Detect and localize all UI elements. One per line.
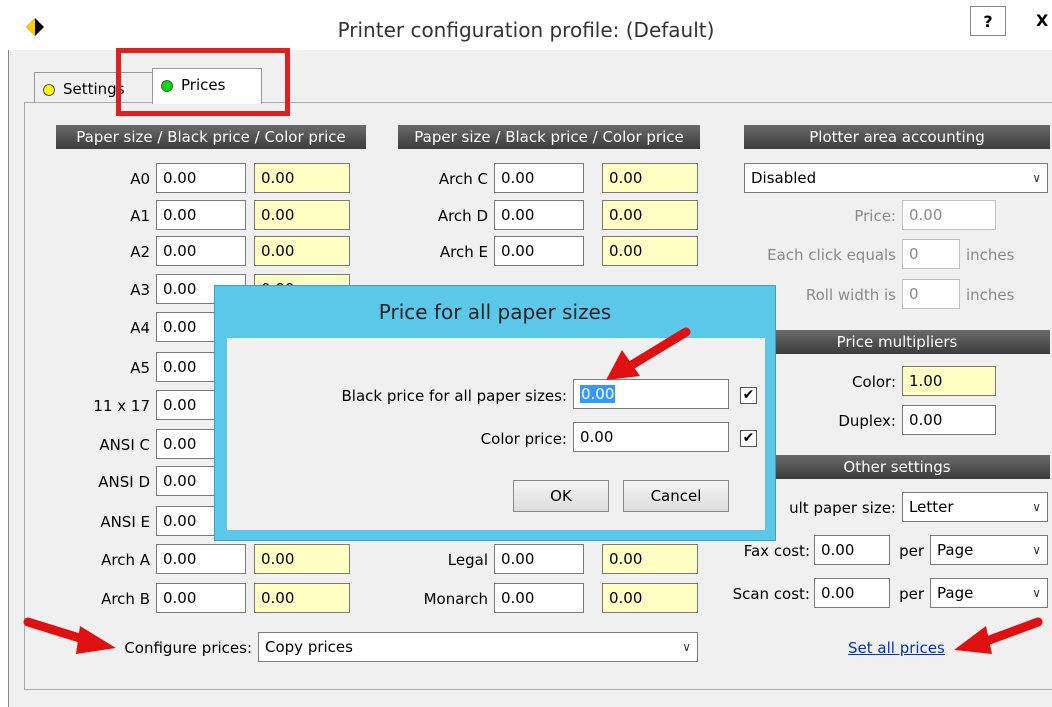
black-price-field[interactable]: 0.00 [156,200,246,230]
configure-prices-value: Copy prices [265,638,353,656]
paper-size-label: A4 [130,319,150,337]
click-unit-label: inches [966,246,1015,264]
paper-size-label: ANSI E [100,513,150,531]
tab-highlight-box [116,48,290,116]
black-price-all-label: Black price for all paper sizes: [341,387,568,405]
color-multiplier-label: Color: [852,373,896,391]
paper-size-label: A1 [130,207,150,225]
window-title: Printer configuration profile: (Default) [337,18,715,42]
paper-size-label: Arch D [437,207,488,225]
paper-size-label: A0 [130,170,150,188]
scan-cost-label: Scan cost: [732,585,810,603]
color-price-field[interactable]: 0.00 [602,200,698,230]
paper-size-label: Monarch [423,590,488,608]
plotter-price-field[interactable]: 0.00 [902,200,996,230]
paper-size-label: ANSI C [99,436,150,454]
col1-header: Paper size / Black price / Color price [56,125,366,149]
fax-unit-value: Page [937,541,974,559]
default-paper-select[interactable]: Letter ∨ [902,492,1048,522]
yellow-status-dot-icon [43,83,55,96]
black-price-field[interactable]: 0.00 [494,200,584,230]
plotter-mode-value: Disabled [751,169,817,187]
color-price-checkbox[interactable]: ✔ [740,430,757,447]
color-price-field[interactable]: 0.00 [602,163,698,193]
configure-prices-label: Configure prices: [124,639,252,657]
cancel-button[interactable]: Cancel [623,480,729,512]
close-button[interactable]: X [1010,6,1052,36]
black-price-field[interactable]: 0.00 [494,583,584,613]
fax-unit-select[interactable]: Page ∨ [930,535,1048,565]
color-price-field[interactable]: 0.00 [573,422,729,452]
duplex-multiplier-field[interactable]: 0.00 [902,405,996,435]
plotter-price-label: Price: [854,207,896,225]
black-price-field[interactable]: 0.00 [494,544,584,574]
scan-unit-value: Page [937,584,974,602]
help-button[interactable]: ? [970,6,1006,36]
scan-per-label: per [899,585,924,603]
color-price-field[interactable]: 0.00 [254,544,350,574]
color-price-field[interactable]: 0.00 [254,200,350,230]
red-arrow-icon [23,617,116,654]
black-price-field[interactable]: 0.00 [494,236,584,266]
color-price-field[interactable]: 0.00 [254,236,350,266]
red-arrow-icon [606,327,691,380]
black-price-field[interactable]: 0.00 [156,163,246,193]
click-equals-field[interactable]: 0 [902,239,960,269]
other-settings-header: Other settings [744,455,1050,479]
paper-size-label: Arch B [101,590,150,608]
plotter-header: Plotter area accounting [744,125,1050,149]
black-price-field[interactable]: 0.00 [494,163,584,193]
roll-unit-label: inches [966,286,1015,304]
configure-prices-select[interactable]: Copy prices ∨ [258,632,698,662]
plotter-mode-select[interactable]: Disabled ∨ [744,163,1048,193]
default-paper-label: ult paper size: [789,499,896,517]
black-price-field[interactable]: 0.00 [156,544,246,574]
roll-width-field[interactable]: 0 [902,279,960,309]
paper-size-label: ANSI D [98,473,150,491]
click-equals-label: Each click equals [767,246,896,264]
chevron-down-icon: ∨ [1032,543,1041,557]
color-price-field[interactable]: 0.00 [602,236,698,266]
color-price-label: Color price: [480,430,567,448]
black-price-field[interactable]: 0.00 [156,236,246,266]
col2-header: Paper size / Black price / Color price [398,125,700,149]
color-price-field[interactable]: 0.00 [602,583,698,613]
scan-cost-field[interactable]: 0.00 [814,578,890,608]
black-price-all-value: 0.00 [580,385,616,403]
black-price-field[interactable]: 0.00 [156,583,246,613]
fax-cost-label: Fax cost: [743,542,810,560]
color-multiplier-field[interactable]: 1.00 [902,366,996,396]
set-all-prices-link[interactable]: Set all prices [848,639,945,657]
color-price-field[interactable]: 0.00 [254,163,350,193]
paper-size-label: Arch A [101,551,150,569]
black-price-checkbox[interactable]: ✔ [740,387,757,404]
paper-size-label: A2 [130,243,150,261]
fax-per-label: per [899,542,924,560]
dialog-title: Price for all paper sizes [378,300,612,324]
ok-button[interactable]: OK [513,480,609,512]
scan-unit-select[interactable]: Page ∨ [930,578,1048,608]
color-price-field[interactable]: 0.00 [254,583,350,613]
fax-cost-field[interactable]: 0.00 [814,535,890,565]
paper-size-label: Arch C [438,170,488,188]
paper-size-label: Arch E [439,243,488,261]
duplex-multiplier-label: Duplex: [838,412,896,430]
chevron-down-icon: ∨ [1032,171,1041,185]
default-paper-value: Letter [909,498,954,516]
red-arrow-icon [954,617,1043,654]
color-price-field[interactable]: 0.00 [602,544,698,574]
chevron-down-icon: ∨ [1032,500,1041,514]
paper-size-label: A3 [130,281,150,299]
paper-size-label: 11 x 17 [93,397,150,415]
title-bar: Printer configuration profile: (Default)… [0,0,1052,50]
chevron-down-icon: ∨ [1032,586,1041,600]
multipliers-header: Price multipliers [744,330,1050,354]
chevron-down-icon: ∨ [682,640,691,654]
paper-size-label: A5 [130,359,150,377]
paper-size-label: Legal [447,551,488,569]
